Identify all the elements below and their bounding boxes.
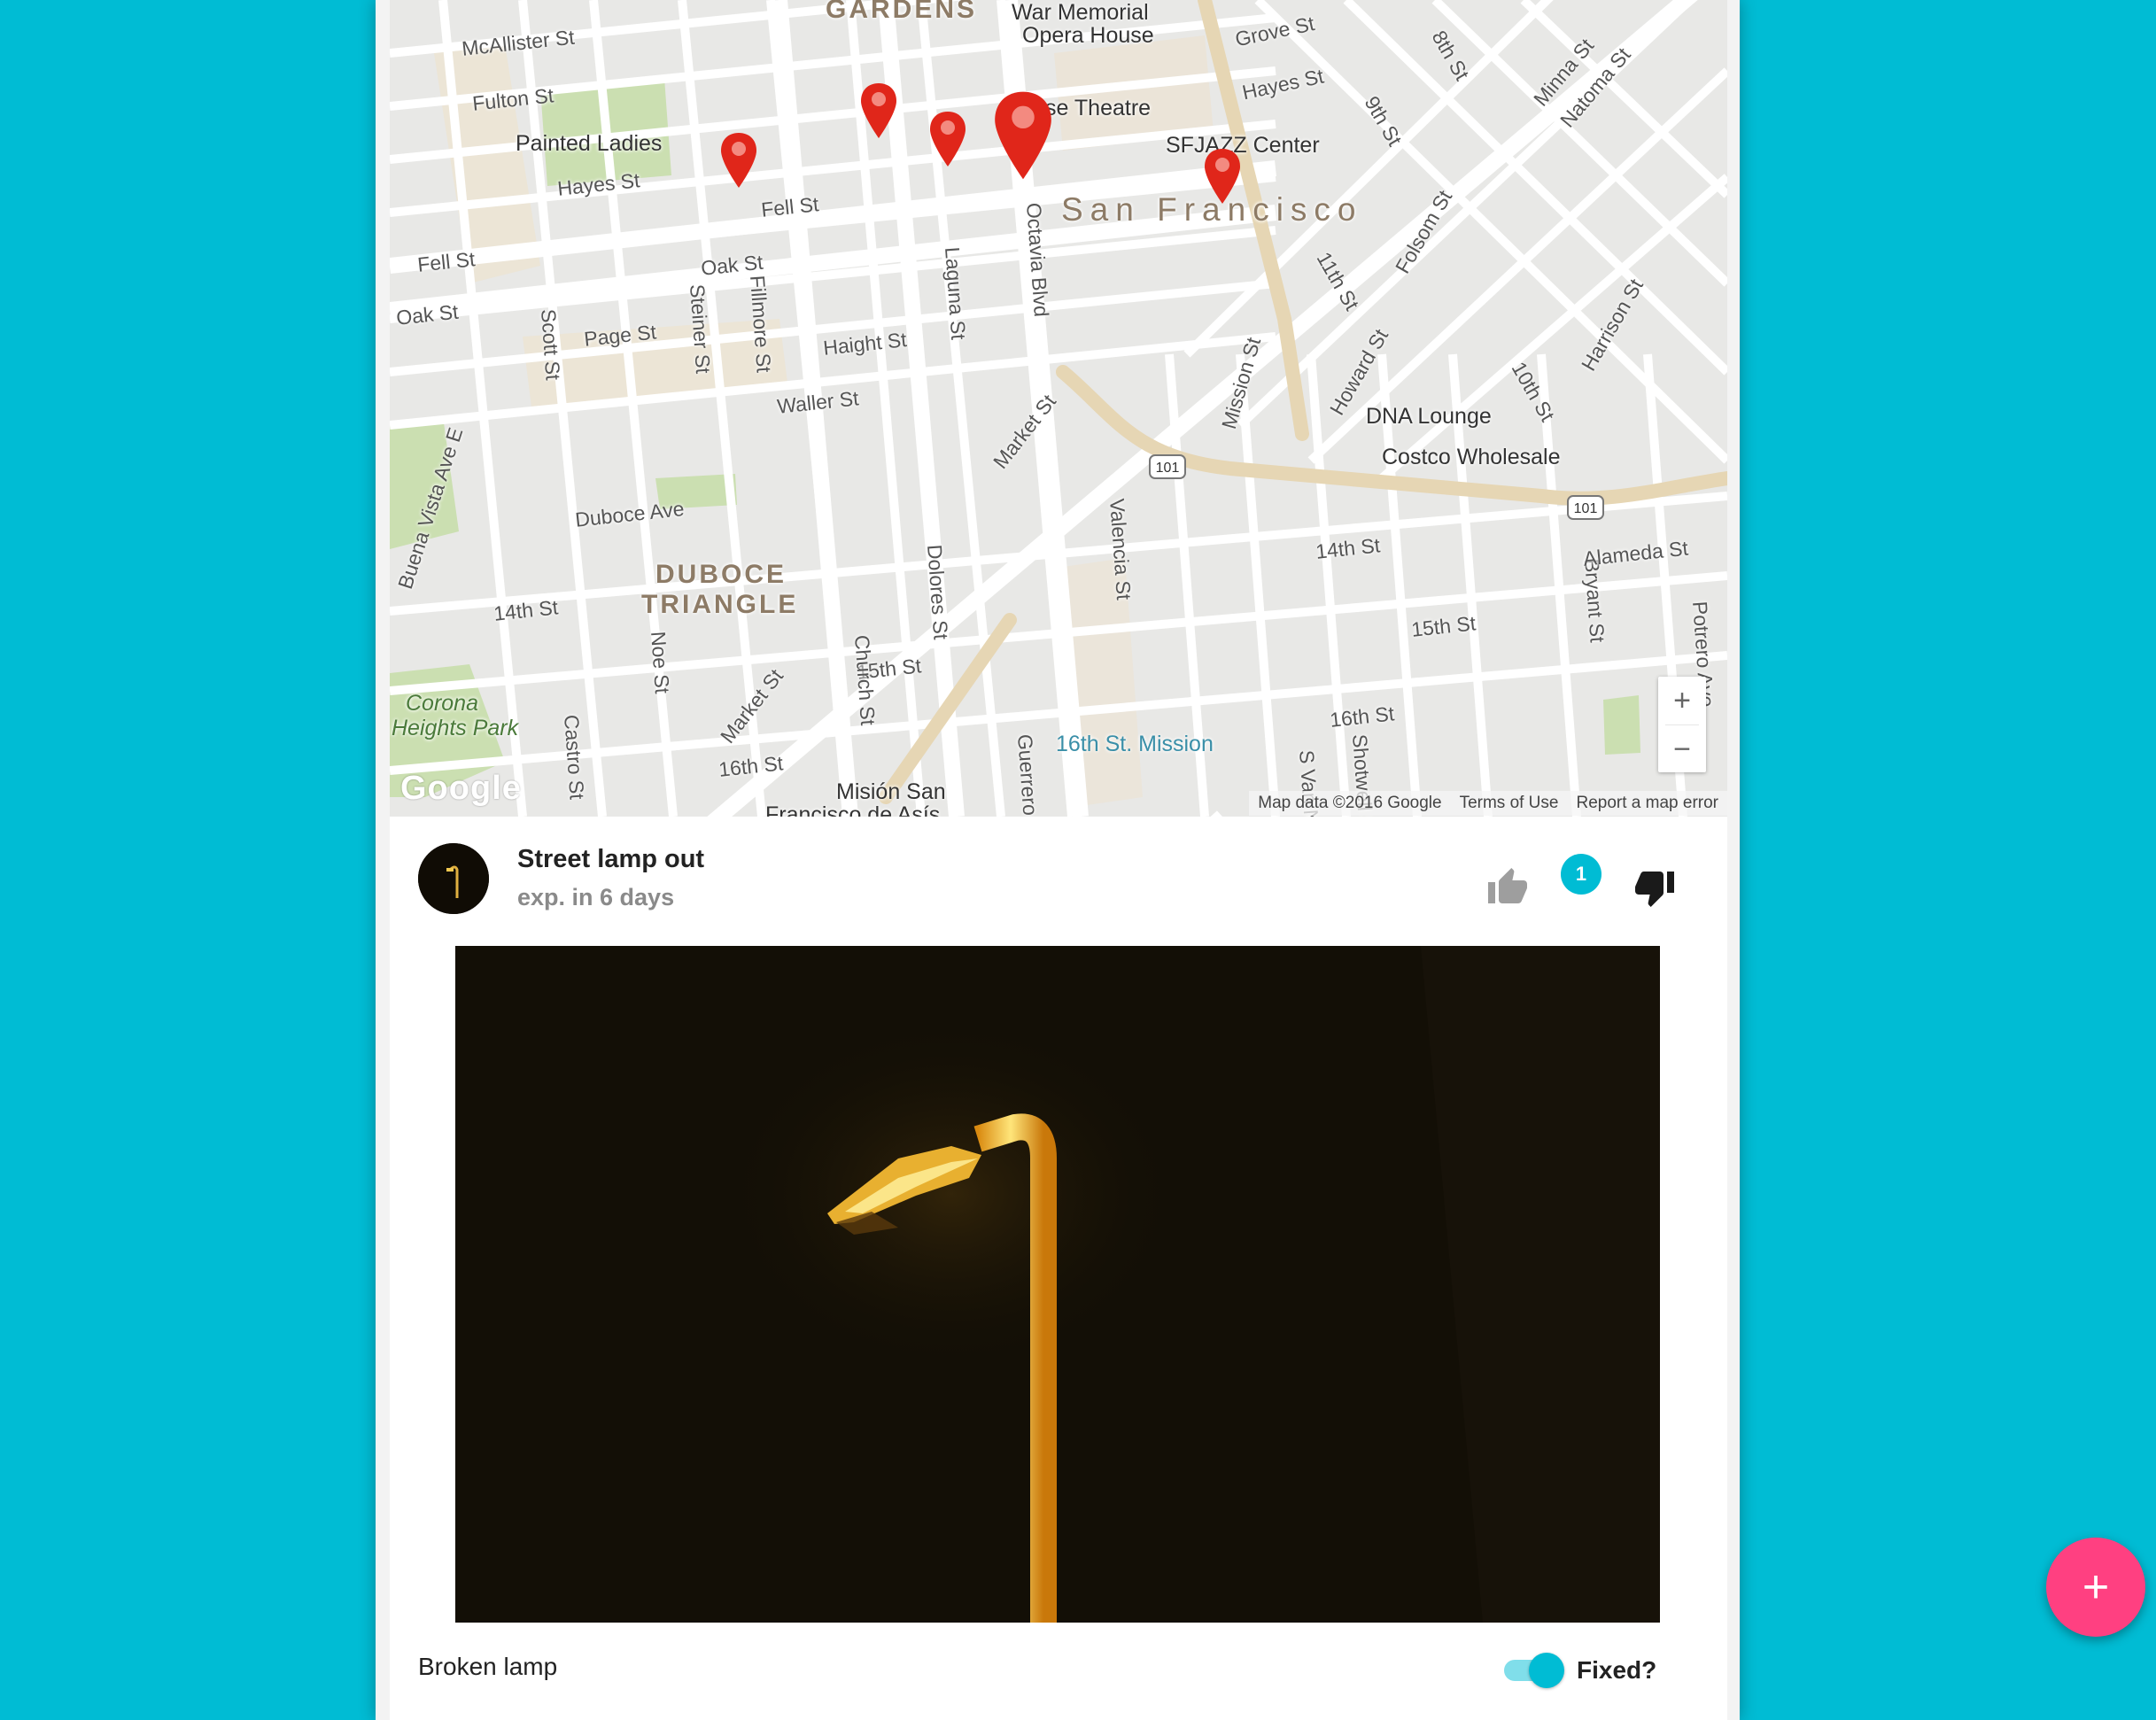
map-marker-icon[interactable]	[928, 110, 967, 168]
poi-label[interactable]: Heights Park	[392, 716, 518, 741]
poi-label[interactable]: Francisco de Asís	[765, 802, 940, 817]
report-photo[interactable]	[455, 946, 1660, 1623]
fixed-toggle[interactable]	[1504, 1653, 1566, 1688]
area-label: TRIANGLE	[641, 590, 799, 619]
highway-shield-2: 101	[1574, 501, 1598, 516]
map-marker-selected-icon[interactable]	[992, 89, 1054, 182]
poi-label[interactable]: Opera House	[1022, 23, 1154, 49]
toggle-knob	[1529, 1653, 1564, 1688]
poi-label[interactable]: Painted Ladies	[516, 131, 662, 157]
avatar[interactable]	[418, 843, 489, 914]
street-label: Noe St	[647, 631, 674, 694]
vote-count-badge: 1	[1561, 854, 1601, 895]
report-card: Street lamp out exp. in 6 days 1 Broken …	[390, 817, 1727, 1720]
map[interactable]: 101 101 McAllister St Fulton St Hayes St…	[390, 0, 1727, 817]
zoom-in-button[interactable]: +	[1658, 677, 1706, 724]
google-logo[interactable]: Google	[400, 770, 522, 808]
street-lamp-thumbnail-icon	[418, 843, 489, 914]
poi-label[interactable]: Misión San	[836, 779, 946, 805]
zoom-out-button[interactable]: −	[1658, 725, 1706, 773]
poi-label[interactable]: se Theatre	[1045, 96, 1151, 121]
zoom-control: + −	[1658, 677, 1706, 772]
street-label: Scott St	[537, 308, 565, 382]
thumb-down-icon[interactable]	[1632, 866, 1678, 909]
highway-shield-1: 101	[1156, 461, 1180, 476]
report-error-link[interactable]: Report a map error	[1567, 791, 1727, 816]
area-label: GARDENS	[826, 0, 978, 24]
poi-label[interactable]: Corona	[406, 691, 478, 717]
map-attribution: Map data ©2016 Google Terms of Use Repor…	[1249, 790, 1727, 817]
street-lamp-photo	[455, 946, 1660, 1623]
poi-label[interactable]: Costco Wholesale	[1382, 445, 1560, 470]
map-marker-icon[interactable]	[719, 131, 758, 190]
poi-label[interactable]: SFJAZZ Center	[1166, 133, 1320, 159]
map-base: 101 101	[390, 0, 1727, 817]
post-title: Street lamp out	[517, 845, 705, 873]
map-marker-icon[interactable]	[859, 81, 898, 140]
map-data-text: Map data ©2016 Google	[1249, 791, 1451, 816]
report-description: Broken lamp	[418, 1653, 558, 1680]
add-report-button[interactable]: +	[2046, 1538, 2145, 1637]
post-expiry: exp. in 6 days	[517, 884, 675, 910]
poi-label[interactable]: 16th St. Mission	[1056, 732, 1214, 757]
poi-label[interactable]: War Memorial	[1012, 0, 1149, 26]
area-label: DUBOCE	[655, 560, 787, 589]
terms-link[interactable]: Terms of Use	[1450, 791, 1568, 816]
fixed-toggle-label: Fixed?	[1577, 1656, 1657, 1684]
map-marker-icon[interactable]	[1203, 147, 1242, 205]
poi-label[interactable]: DNA Lounge	[1366, 404, 1492, 430]
thumb-up-icon[interactable]	[1485, 866, 1531, 909]
